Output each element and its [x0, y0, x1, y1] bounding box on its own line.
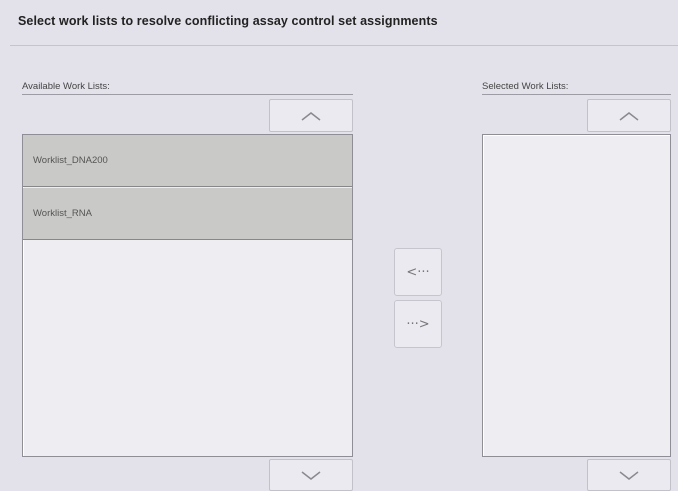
selected-scroll-up-button[interactable]	[587, 99, 671, 132]
list-item-label: Worklist_RNA	[33, 208, 92, 219]
chevron-down-icon	[301, 471, 321, 480]
available-scroll-down-button[interactable]	[269, 459, 353, 491]
move-left-button[interactable]: <···	[394, 248, 442, 296]
list-item-worklist-rna[interactable]: Worklist_RNA	[23, 188, 352, 240]
available-label-rule	[22, 94, 353, 95]
available-scroll-up-button[interactable]	[269, 99, 353, 132]
available-work-lists-box[interactable]: Worklist_DNA200 Worklist_RNA	[22, 134, 353, 457]
page-title: Select work lists to resolve conflicting…	[18, 14, 438, 28]
chevron-up-icon	[619, 111, 639, 121]
arrow-right-icon: ···>	[406, 316, 430, 332]
selected-label-rule	[482, 94, 671, 95]
list-item-worklist-dna200[interactable]: Worklist_DNA200	[23, 135, 352, 187]
selected-work-lists-label: Selected Work Lists:	[482, 81, 569, 92]
title-divider	[10, 45, 678, 46]
arrow-left-icon: <···	[406, 264, 430, 280]
list-item-label: Worklist_DNA200	[33, 155, 108, 166]
selected-scroll-down-button[interactable]	[587, 459, 671, 491]
move-right-button[interactable]: ···>	[394, 300, 442, 348]
chevron-down-icon	[619, 471, 639, 480]
available-work-lists-label: Available Work Lists:	[22, 81, 110, 92]
chevron-up-icon	[301, 111, 321, 121]
selected-work-lists-box[interactable]	[482, 134, 671, 457]
